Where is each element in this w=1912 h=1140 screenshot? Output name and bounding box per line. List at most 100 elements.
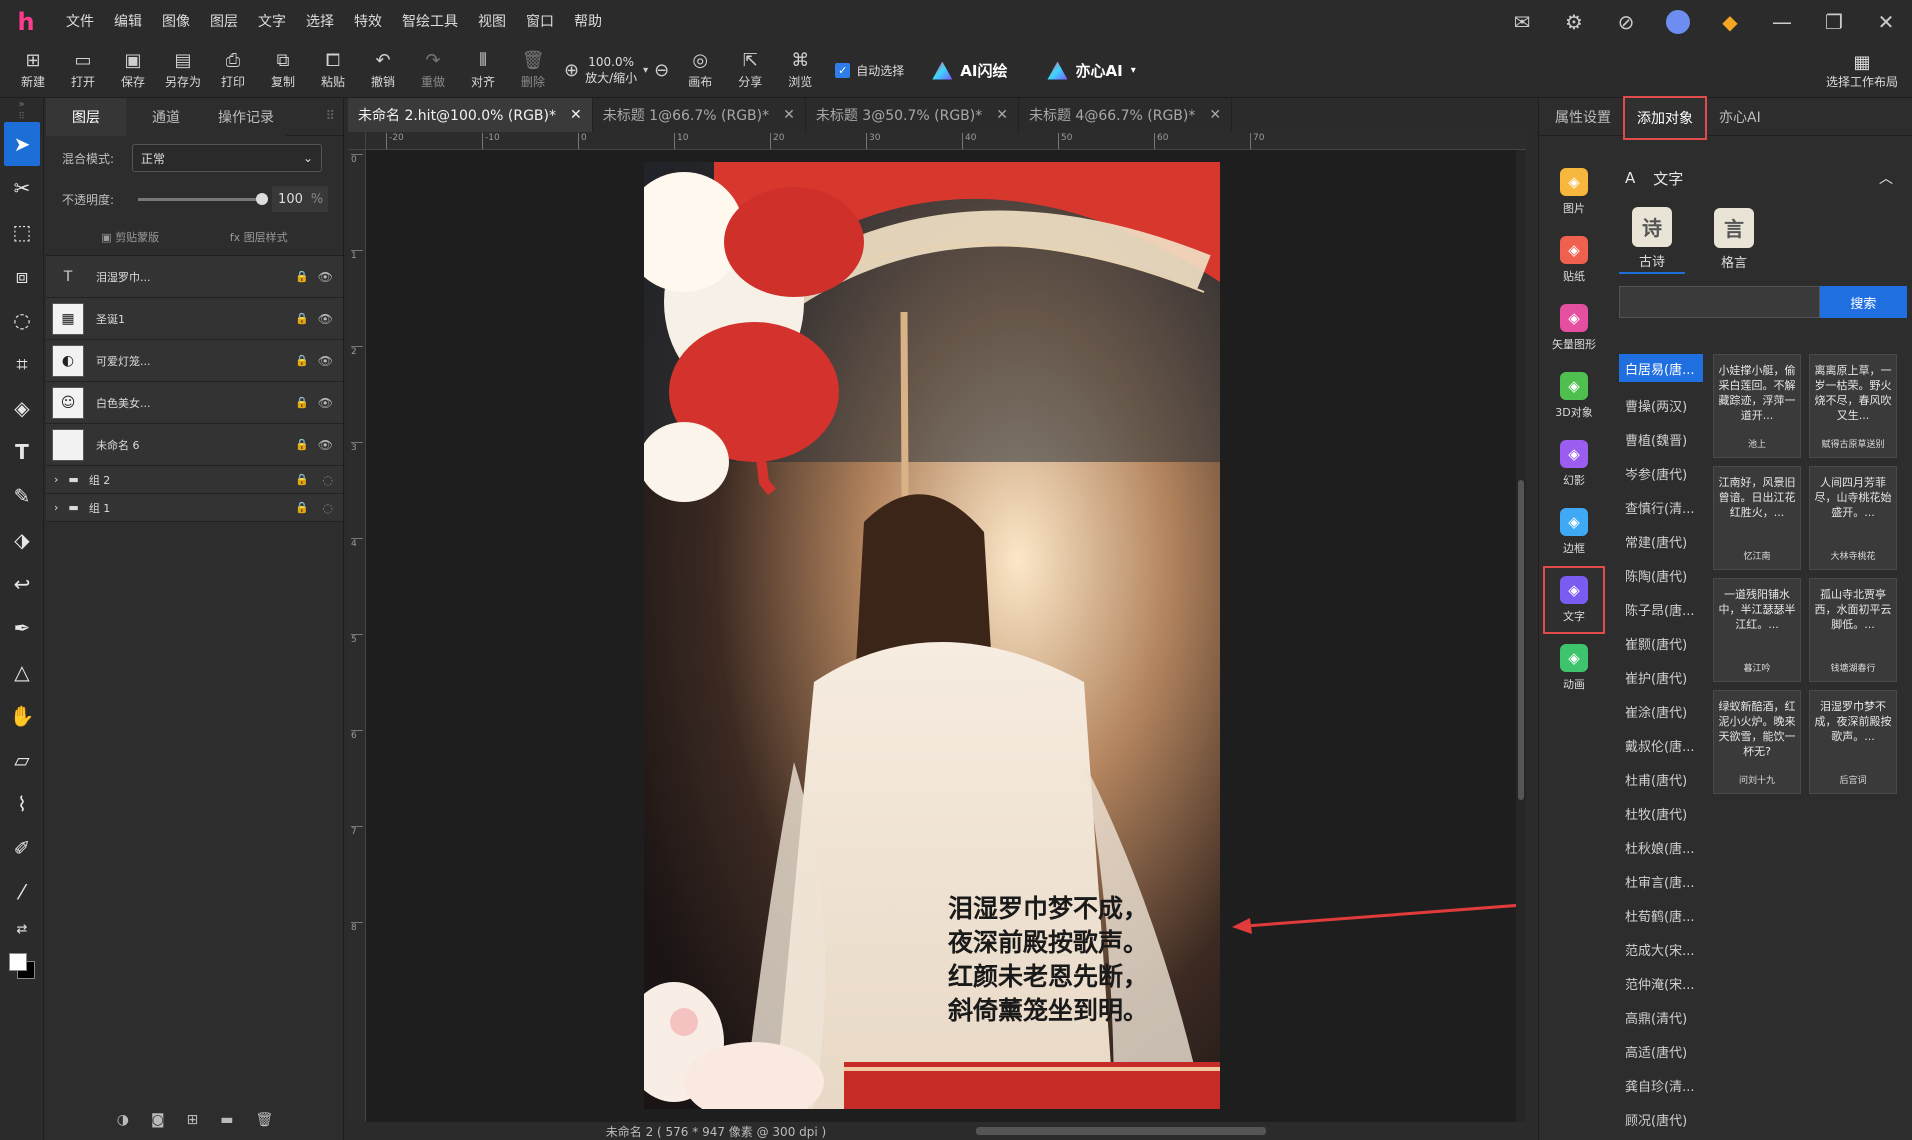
object-category-vector[interactable]: ◈ 矢量图形: [1543, 294, 1605, 362]
blend-mode-select[interactable]: 正常 ⌄: [132, 144, 323, 172]
canvas-area[interactable]: 泪湿罗巾梦不成， 夜深前殿按歌声。 红颜未老恩先断， 斜倚薰笼坐到明。: [366, 150, 1526, 1122]
magic-crop-tool[interactable]: ⧈: [0, 254, 44, 298]
auto-select-checkbox[interactable]: ✓ 自动选择: [835, 62, 904, 79]
text-section-header[interactable]: A 文字 ︿: [1611, 158, 1907, 198]
object-category-text[interactable]: ◈ 文字: [1543, 566, 1605, 634]
poet-list-item[interactable]: 陈陶(唐代): [1619, 558, 1703, 592]
menu-item[interactable]: 文字: [248, 0, 296, 44]
poet-list-item[interactable]: 范成大(宋...: [1619, 932, 1703, 966]
close-icon[interactable]: ✕: [1209, 107, 1221, 123]
eye-hidden-icon[interactable]: ◌: [323, 473, 333, 487]
poet-list-item[interactable]: 杜审言(唐...: [1619, 864, 1703, 898]
poem-card[interactable]: 离离原上草，一岁一枯荣。野火烧不尽，春风吹又生... 赋得古原草送别: [1809, 354, 1897, 458]
lock-icon[interactable]: 🔒: [295, 312, 309, 325]
poem-card[interactable]: 绿蚁新醅酒，红泥小火炉。晚来天欲雪，能饮一杯无? 问刘十九: [1713, 690, 1801, 794]
poet-list-item[interactable]: 高适(唐代): [1619, 1034, 1703, 1068]
marquee-tool[interactable]: ⬚: [0, 210, 44, 254]
expand-arrow-icon[interactable]: ›: [54, 473, 58, 486]
clip-mask-button[interactable]: ▣ 剪贴蒙版: [101, 229, 159, 245]
menu-item[interactable]: 文件: [56, 0, 104, 44]
close-icon[interactable]: ✕: [1860, 0, 1912, 44]
foreground-color-swatch[interactable]: [9, 953, 27, 971]
cut-tool[interactable]: ✂: [0, 166, 44, 210]
text-type-poem[interactable]: 诗古诗: [1619, 204, 1685, 274]
object-category-cube[interactable]: ◈ 3D对象: [1543, 362, 1605, 430]
vip-gem-icon[interactable]: ◆: [1704, 0, 1756, 44]
history-brush-tool[interactable]: ↩: [0, 562, 44, 606]
zoom-value-group[interactable]: 100.0% 放大/缩小: [585, 55, 637, 86]
color-swatches[interactable]: [0, 944, 44, 988]
search-button[interactable]: 搜索: [1819, 286, 1907, 318]
zoom-in-icon[interactable]: ⊕: [564, 60, 579, 81]
menu-item[interactable]: 选择: [296, 0, 344, 44]
delete-button[interactable]: 🗑 删除: [508, 44, 558, 98]
poet-list-item[interactable]: 高鼎(清代): [1619, 1000, 1703, 1034]
crop-tool[interactable]: ⌗: [0, 342, 44, 386]
poet-list-item[interactable]: 杜秋娘(唐...: [1619, 830, 1703, 864]
new-button[interactable]: ⊞ 新建: [8, 44, 58, 98]
undo-button[interactable]: ↶ 撤销: [358, 44, 408, 98]
opacity-input[interactable]: 100%: [272, 186, 329, 212]
menu-item[interactable]: 窗口: [516, 0, 564, 44]
poet-list-item[interactable]: 崔护(唐代): [1619, 660, 1703, 694]
ai-flash-button[interactable]: AI闪绘: [932, 60, 1007, 81]
opacity-slider[interactable]: [138, 192, 269, 205]
vertical-scrollbar[interactable]: [1516, 150, 1526, 1122]
poet-list-item[interactable]: 常建(唐代): [1619, 524, 1703, 558]
fill-tool[interactable]: ◈: [0, 386, 44, 430]
lock-icon[interactable]: 🔒: [295, 270, 309, 283]
mail-icon[interactable]: ✉: [1496, 0, 1548, 44]
close-icon[interactable]: ✕: [996, 107, 1008, 123]
poet-list-item[interactable]: 崔涂(唐代): [1619, 694, 1703, 728]
lock-icon[interactable]: 🔒: [295, 396, 309, 409]
layer-group-row[interactable]: › ▬ 组 1 🔒 ◌: [46, 494, 343, 522]
new-group-icon[interactable]: ▬: [220, 1112, 233, 1128]
document-tab[interactable]: 未标题 3@50.7% (RGB)* ✕: [806, 98, 1019, 132]
lasso-tool[interactable]: ◌: [0, 298, 44, 342]
chevron-up-icon[interactable]: ︿: [1879, 168, 1893, 188]
poem-card[interactable]: 孤山寺北贾亭西，水面初平云脚低。... 钱塘湖春行: [1809, 578, 1897, 682]
minimize-icon[interactable]: —: [1756, 0, 1808, 44]
poet-list-item[interactable]: 范仲淹(宋...: [1619, 966, 1703, 1000]
document-tab[interactable]: 未标题 4@66.7% (RGB)* ✕: [1019, 98, 1233, 132]
tab-history[interactable]: 操作记录: [206, 98, 286, 136]
print-button[interactable]: ⎙ 打印: [208, 44, 258, 98]
poet-list-item[interactable]: 杜牧(唐代): [1619, 796, 1703, 830]
close-icon[interactable]: ✕: [783, 107, 795, 123]
save-button[interactable]: ▣ 保存: [108, 44, 158, 98]
poem-card[interactable]: 泪湿罗巾梦不成，夜深前殿按歌声。... 后宫词: [1809, 690, 1897, 794]
settings-icon[interactable]: ⚙: [1548, 0, 1600, 44]
poem-card[interactable]: 小娃撑小艇，偷采白莲回。不解藏踪迹，浮萍一道开... 池上: [1713, 354, 1801, 458]
layer-row[interactable]: T 泪湿罗巾... 🔒 👁: [46, 256, 343, 298]
object-category-phantom[interactable]: ◈ 幻影: [1543, 430, 1605, 498]
hand-tool[interactable]: ✋: [0, 694, 44, 738]
transform-tool[interactable]: ▱: [0, 738, 44, 782]
add-mask-icon[interactable]: ◙: [151, 1112, 165, 1128]
poem-text-layer[interactable]: 泪湿罗巾梦不成， 夜深前殿按歌声。 红颜未老恩先断， 斜倚薰笼坐到明。: [948, 892, 1148, 1028]
eye-icon[interactable]: 👁: [318, 270, 333, 284]
eye-icon[interactable]: 👁: [318, 312, 333, 326]
layer-group-row[interactable]: › ▬ 组 2 🔒 ◌: [46, 466, 343, 494]
shape-tool[interactable]: △: [0, 650, 44, 694]
menu-item[interactable]: 智绘工具: [392, 0, 468, 44]
eyedropper-tool[interactable]: ⁄: [0, 870, 44, 914]
tab-yixin-ai[interactable]: 亦心AI: [1707, 98, 1773, 136]
restore-icon[interactable]: ❐: [1808, 0, 1860, 44]
poet-list-item[interactable]: 顾况(唐代): [1619, 1102, 1703, 1136]
menu-item[interactable]: 编辑: [104, 0, 152, 44]
tab-layers[interactable]: 图层: [46, 98, 126, 136]
poet-list-item[interactable]: 戴叔伦(唐...: [1619, 728, 1703, 762]
open-button[interactable]: ▭ 打开: [58, 44, 108, 98]
zoom-out-icon[interactable]: ⊖: [654, 60, 669, 81]
avatar[interactable]: [1652, 0, 1704, 44]
poet-list-item[interactable]: 曹操(两汉): [1619, 388, 1703, 422]
eye-icon[interactable]: 👁: [318, 438, 333, 452]
align-button[interactable]: ⫴ 对齐: [458, 44, 508, 98]
opacity-slider-handle[interactable]: [256, 192, 269, 205]
layer-row[interactable]: ☺ 白色美女... 🔒 👁: [46, 382, 343, 424]
object-category-image[interactable]: ◈ 图片: [1543, 158, 1605, 226]
vertical-scroll-thumb[interactable]: [1518, 480, 1524, 800]
close-icon[interactable]: ✕: [570, 107, 582, 123]
menu-item[interactable]: 特效: [344, 0, 392, 44]
share-button[interactable]: ⇱ 分享: [725, 44, 775, 98]
